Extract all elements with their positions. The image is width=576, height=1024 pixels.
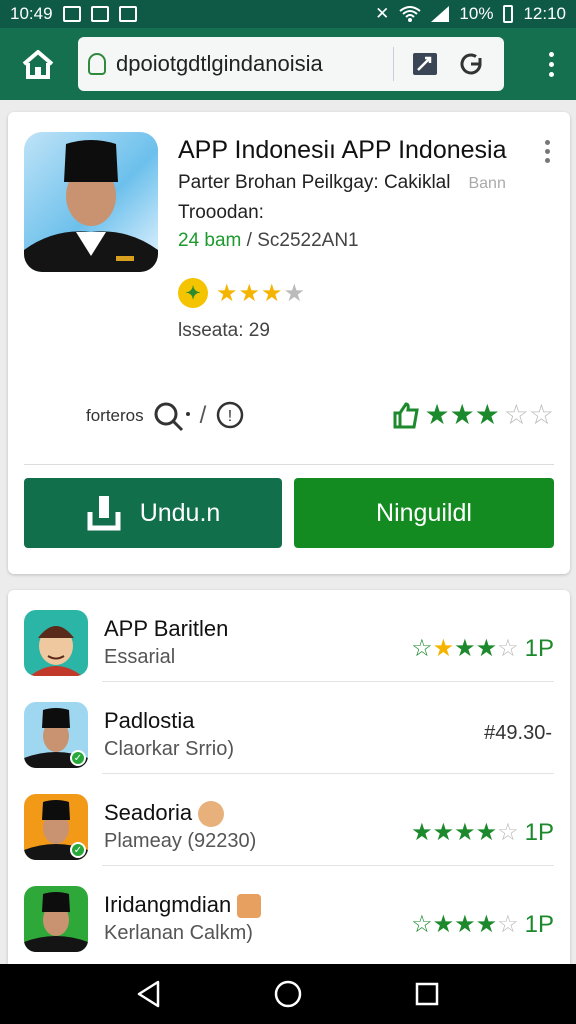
app-detail-card: APP Indonesiı APP Indonesia Parter Broha… (8, 112, 570, 574)
address-bar[interactable]: dpoiotgdtlgindanoisia (78, 37, 504, 91)
list-item-name-text: Seadoria (104, 800, 193, 825)
app-category: Trooodan: (178, 202, 264, 223)
person-avatar-icon (24, 886, 88, 952)
url-divider (393, 47, 394, 81)
home-icon (22, 50, 54, 79)
list-item-badge: 1P (524, 818, 554, 846)
secondary-button-label: Ninguildl (376, 498, 472, 527)
reader-mode-icon (413, 53, 437, 75)
reload-icon (460, 53, 482, 75)
person-avatar-icon: ✓ (24, 794, 88, 860)
app-size: lsseata: 29 (178, 320, 270, 341)
signal-icon (431, 6, 450, 22)
app-notification-icon (118, 6, 137, 22)
person-avatar-icon (24, 140, 158, 272)
url-text: dpoiotgdtlgindanoisia (116, 51, 323, 76)
list-item-rating: ★★★★☆ 1P (411, 818, 554, 847)
meta-rating: ★★★ ☆☆ (392, 398, 554, 431)
reader-mode-button[interactable] (402, 44, 448, 84)
emoji-badge-icon (237, 894, 262, 919)
divider (24, 464, 554, 465)
wifi-icon (399, 6, 422, 22)
app-title: APP Indonesiı APP Indonesia (178, 136, 507, 164)
status-bar: 10:49 ✕ 10% 12:10 (0, 0, 576, 28)
svg-text:!: ! (228, 408, 232, 425)
list-item-name: Seadoria (104, 800, 225, 828)
meta-rating-stars: ★★★ (424, 399, 500, 430)
search-icon[interactable] (152, 400, 192, 432)
list-item-name: APP Baritlen (104, 616, 229, 641)
list-item-stars: ☆★★★☆ (411, 635, 519, 662)
system-nav-bar (0, 964, 576, 1024)
battery-icon (503, 5, 514, 23)
list-item[interactable]: APP Baritlen Essarial ☆★★★☆ 1P (8, 590, 570, 682)
back-icon[interactable] (134, 979, 164, 1009)
award-badge-icon: ✦ (178, 278, 208, 308)
developer-name: Parter Brohan Peilkgay: Cakiklal (178, 172, 451, 193)
list-item-subtitle: Claorkar Srrio) (104, 738, 235, 760)
home-circle-icon[interactable] (273, 979, 303, 1009)
list-item-stars: ☆★★★☆ (411, 911, 519, 938)
list-item-price: #49.30- (484, 722, 552, 744)
meta-divider: / (199, 402, 207, 429)
battery-level: 10% (459, 4, 494, 23)
list-item-subtitle: Kerlanan Calkm) (104, 922, 253, 944)
notification-icon (62, 6, 81, 22)
app-rating-stars: ★★★★ (216, 279, 307, 307)
app-icon (24, 132, 158, 272)
developer-extra: Bann (468, 175, 506, 192)
person-avatar-icon: ✓ (24, 702, 88, 768)
install-button[interactable]: Undu.n (24, 478, 282, 548)
list-item-rating: ☆★★★☆ 1P (411, 634, 554, 663)
secondary-action-button[interactable]: Ninguildl (294, 478, 554, 548)
install-button-label: Undu.n (139, 498, 221, 527)
list-item-subtitle: Plameay (92230) (104, 830, 257, 852)
status-time-left: 10:49 (10, 4, 53, 23)
reload-button[interactable] (448, 44, 494, 84)
list-item-badge: 1P (524, 634, 554, 662)
image-icon (90, 6, 109, 22)
list-item[interactable]: Iridangmdian Kerlanan Calkm) ☆★★★☆ 1P (8, 866, 570, 958)
list-item[interactable]: ✓ Padlostia Claorkar Srrio) #49.30- (8, 682, 570, 774)
meta-rating-empty-star: ☆☆ (503, 399, 554, 430)
app-overflow-menu[interactable] (545, 140, 550, 163)
list-item-rating: ☆★★★☆ 1P (411, 910, 554, 939)
app-rating-row: ✦ ★★★★ (178, 278, 306, 308)
home-button[interactable] (12, 38, 64, 90)
status-time-right: 12:10 (523, 4, 566, 23)
browser-menu-button[interactable] (538, 44, 564, 84)
app-developer: Parter Brohan Peilkgay: Cakiklal Bann (178, 172, 506, 194)
list-item-subtitle: Essarial (104, 646, 176, 668)
date-rest: / Sc2522AN1 (241, 230, 359, 251)
date-highlight: 24 bam (178, 230, 242, 251)
meta-label: forteros (86, 406, 144, 425)
list-item-name: Iridangmdian (104, 892, 262, 919)
lock-icon (88, 53, 106, 75)
list-item-stars: ★★★★☆ (411, 819, 519, 846)
bluetooth-icon: ✕ (375, 4, 390, 23)
list-item-name-text: Iridangmdian (104, 892, 232, 917)
list-item-name: Padlostia (104, 708, 195, 733)
cartoon-avatar-icon (24, 610, 88, 676)
thumbs-up-icon (393, 401, 420, 428)
related-apps-list: APP Baritlen Essarial ☆★★★☆ 1P ✓ Padlost… (8, 590, 570, 970)
browser-toolbar: dpoiotgdtlgindanoisia (0, 28, 576, 100)
user-emoji-icon (198, 801, 225, 828)
verified-icon: ✓ (70, 842, 86, 858)
recents-icon[interactable] (412, 979, 442, 1009)
list-item-badge: 1P (524, 910, 554, 938)
app-date: 24 bam / Sc2522AN1 (178, 230, 359, 252)
list-item[interactable]: ✓ Seadoria Plameay (92230) ★★★★☆ 1P (8, 774, 570, 866)
app-meta-row: forteros / ! (86, 400, 246, 432)
download-icon (87, 496, 121, 531)
verified-icon: ✓ (70, 750, 86, 766)
info-icon[interactable]: ! (214, 400, 246, 432)
